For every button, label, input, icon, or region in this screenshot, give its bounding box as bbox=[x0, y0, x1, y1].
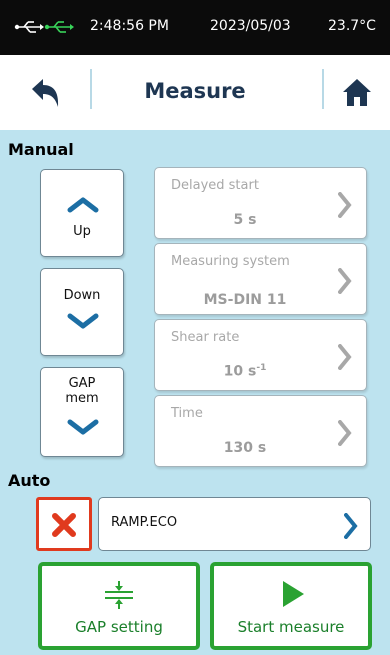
up-button-label: Up bbox=[73, 224, 91, 239]
status-time: 2:48:56 PM bbox=[90, 18, 169, 34]
status-bar: 2:48:56 PM 2023/05/03 23.7°C bbox=[0, 0, 390, 55]
status-temperature: 23.7°C bbox=[328, 18, 376, 34]
manual-section-label: Manual bbox=[8, 140, 74, 159]
start-measure-button[interactable]: Start measure bbox=[210, 562, 372, 650]
title-divider-right bbox=[322, 69, 324, 109]
chevron-down-icon bbox=[67, 313, 99, 329]
measuring-system-label: Measuring system bbox=[171, 254, 290, 269]
measuring-system-value: MS-DIN 11 bbox=[203, 292, 287, 308]
delayed-start-field[interactable]: Delayed start 5 s bbox=[154, 167, 367, 239]
gap-setting-icon bbox=[105, 581, 133, 609]
cancel-program-button[interactable] bbox=[36, 497, 92, 551]
start-measure-label: Start measure bbox=[237, 618, 345, 636]
chevron-right-icon bbox=[338, 420, 352, 446]
program-name: RAMP.ECO bbox=[111, 515, 178, 530]
up-button[interactable]: Up bbox=[40, 169, 124, 257]
gap-setting-button[interactable]: GAP setting bbox=[38, 562, 200, 650]
delayed-start-value: 5 s bbox=[233, 212, 257, 228]
auto-section-label: Auto bbox=[8, 471, 51, 490]
measuring-system-field[interactable]: Measuring system MS-DIN 11 bbox=[154, 243, 367, 315]
gap-setting-label: GAP setting bbox=[75, 618, 163, 636]
gap-mem-label-line2: mem bbox=[65, 391, 99, 406]
shear-rate-value-text: 10 s bbox=[223, 363, 257, 380]
gap-mem-button[interactable]: GAP mem bbox=[40, 367, 124, 457]
chevron-right-icon bbox=[338, 268, 352, 294]
time-field[interactable]: Time 130 s bbox=[154, 395, 367, 467]
shear-rate-unit-exponent: -1 bbox=[256, 363, 267, 373]
usb-icon bbox=[14, 21, 74, 33]
program-select-button[interactable]: RAMP.ECO bbox=[98, 497, 371, 551]
close-icon bbox=[52, 513, 76, 537]
main-panel: Manual Up Down GAP mem Delayed start 5 s… bbox=[0, 130, 390, 655]
chevron-down-icon bbox=[67, 419, 99, 435]
chevron-right-icon bbox=[338, 344, 352, 370]
play-icon bbox=[283, 581, 304, 607]
page-title: Measure bbox=[144, 79, 246, 103]
down-button[interactable]: Down bbox=[40, 268, 124, 356]
time-label: Time bbox=[171, 406, 203, 421]
gap-mem-label-line1: GAP bbox=[68, 376, 96, 391]
chevron-up-icon bbox=[67, 197, 99, 213]
status-date: 2023/05/03 bbox=[210, 18, 291, 34]
title-bar: Measure bbox=[0, 55, 390, 130]
delayed-start-label: Delayed start bbox=[171, 178, 259, 193]
shear-rate-label: Shear rate bbox=[171, 330, 240, 345]
down-button-label: Down bbox=[63, 288, 101, 303]
shear-rate-field[interactable]: Shear rate 10 s-1 bbox=[154, 319, 367, 391]
home-icon bbox=[343, 79, 371, 106]
chevron-right-icon bbox=[338, 192, 352, 218]
time-value: 130 s bbox=[223, 440, 267, 456]
chevron-right-icon bbox=[344, 513, 358, 539]
shear-rate-value: 10 s-1 bbox=[155, 363, 335, 380]
home-button[interactable] bbox=[340, 75, 374, 109]
